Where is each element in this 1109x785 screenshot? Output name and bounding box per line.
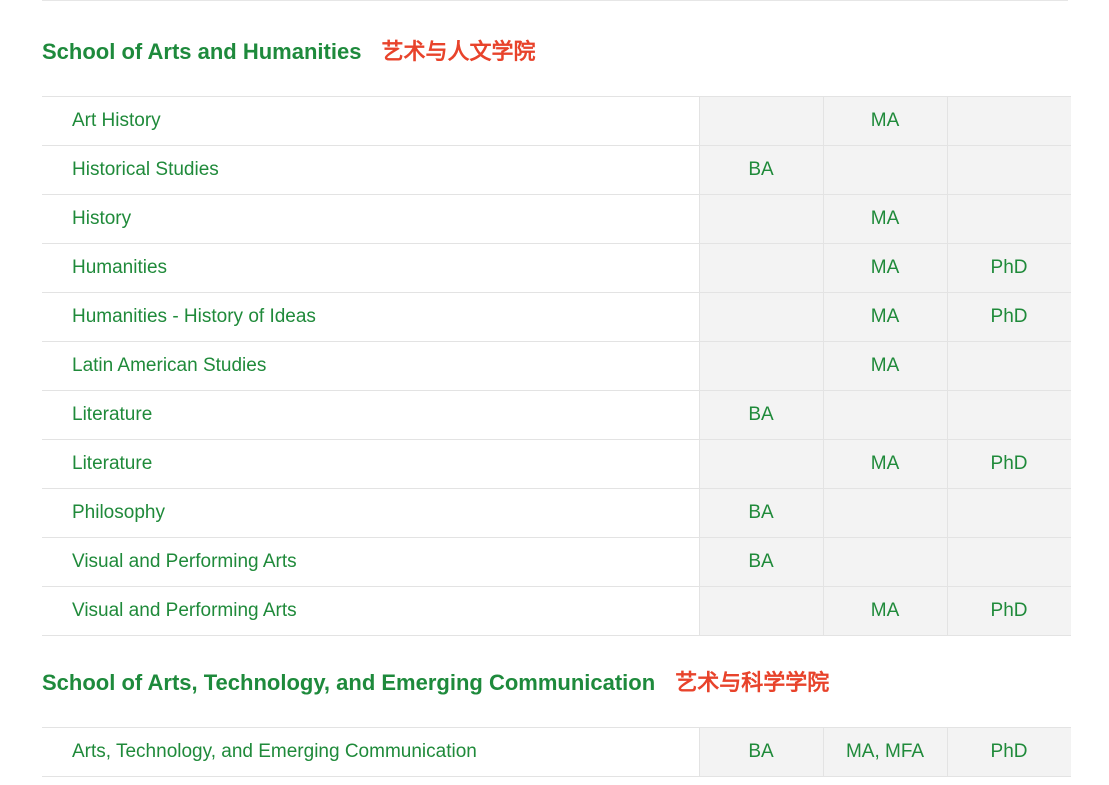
degree-ma: MA [822,341,947,391]
degree-ba: BA [698,145,823,195]
degree-phd: PhD [946,243,1071,293]
degree-ma: MA [822,243,947,293]
program-name: Literature [42,390,699,440]
table-row: Art History MA [42,96,1071,146]
degree-ba: BA [698,537,823,587]
degree-ma: MA [822,194,947,244]
degree-ba: BA [698,390,823,440]
degree-ma [822,537,947,587]
table-row: Humanities MA PhD [42,243,1071,293]
section-header: School of Arts and Humanities 艺术与人文学院 [42,0,1068,96]
degree-ma [822,145,947,195]
degree-phd [946,390,1071,440]
program-name: Humanities [42,243,699,293]
table-row: Philosophy BA [42,488,1071,538]
table-row: Latin American Studies MA [42,341,1071,391]
degree-phd: PhD [946,439,1071,489]
degree-phd: PhD [946,292,1071,342]
degree-phd [946,488,1071,538]
program-name: Art History [42,96,699,146]
section-title-en: School of Arts, Technology, and Emerging… [42,670,656,695]
program-name: Latin American Studies [42,341,699,391]
degree-ma [822,488,947,538]
degree-phd [946,96,1071,146]
degree-phd [946,194,1071,244]
degree-ba [698,341,823,391]
degree-ba [698,243,823,293]
degree-ma [822,390,947,440]
program-name: Arts, Technology, and Emerging Communica… [42,727,699,777]
program-name: Visual and Performing Arts [42,537,699,587]
degree-ma: MA, MFA [822,727,947,777]
section-title-en: School of Arts and Humanities [42,39,362,64]
page: School of Arts and Humanities 艺术与人文学院 Art… [0,0,1109,785]
table-row: Humanities - History of Ideas MA PhD [42,292,1071,342]
degree-ma: MA [822,96,947,146]
programs-table: Art History MA Historical Studies BA His… [42,96,1071,636]
section-header: School of Arts, Technology, and Emerging… [42,631,1068,727]
section-title-zh: 艺术与科学学院 [675,671,830,696]
table-row: Arts, Technology, and Emerging Communica… [42,727,1071,777]
degree-ba [698,586,823,636]
degree-ba [698,194,823,244]
degree-phd [946,145,1071,195]
table-row: History MA [42,194,1071,244]
program-name: Historical Studies [42,145,699,195]
degree-ba: BA [698,727,823,777]
table-row: Visual and Performing Arts MA PhD [42,586,1071,636]
program-name: Literature [42,439,699,489]
section-arts-humanities: School of Arts and Humanities 艺术与人文学院 Art… [42,0,1071,636]
degree-ba [698,96,823,146]
section-title: School of Arts and Humanities 艺术与人文学院 [42,34,535,66]
table-row: Literature BA [42,390,1071,440]
degree-ba [698,439,823,489]
table-row: Historical Studies BA [42,145,1071,195]
program-name: Philosophy [42,488,699,538]
degree-ma: MA [822,439,947,489]
degree-ba [698,292,823,342]
table-row: Literature MA PhD [42,439,1071,489]
program-name: History [42,194,699,244]
section-title-zh: 艺术与人文学院 [381,40,536,65]
programs-table: Arts, Technology, and Emerging Communica… [42,727,1071,777]
degree-phd: PhD [946,727,1071,777]
degree-phd [946,537,1071,587]
degree-ba: BA [698,488,823,538]
program-name: Humanities - History of Ideas [42,292,699,342]
table-row: Visual and Performing Arts BA [42,537,1071,587]
degree-phd [946,341,1071,391]
degree-ma: MA [822,586,947,636]
section-title: School of Arts, Technology, and Emerging… [42,665,829,697]
degree-ma: MA [822,292,947,342]
degree-phd: PhD [946,586,1071,636]
section-arts-technology: School of Arts, Technology, and Emerging… [42,631,1071,777]
program-name: Visual and Performing Arts [42,586,699,636]
